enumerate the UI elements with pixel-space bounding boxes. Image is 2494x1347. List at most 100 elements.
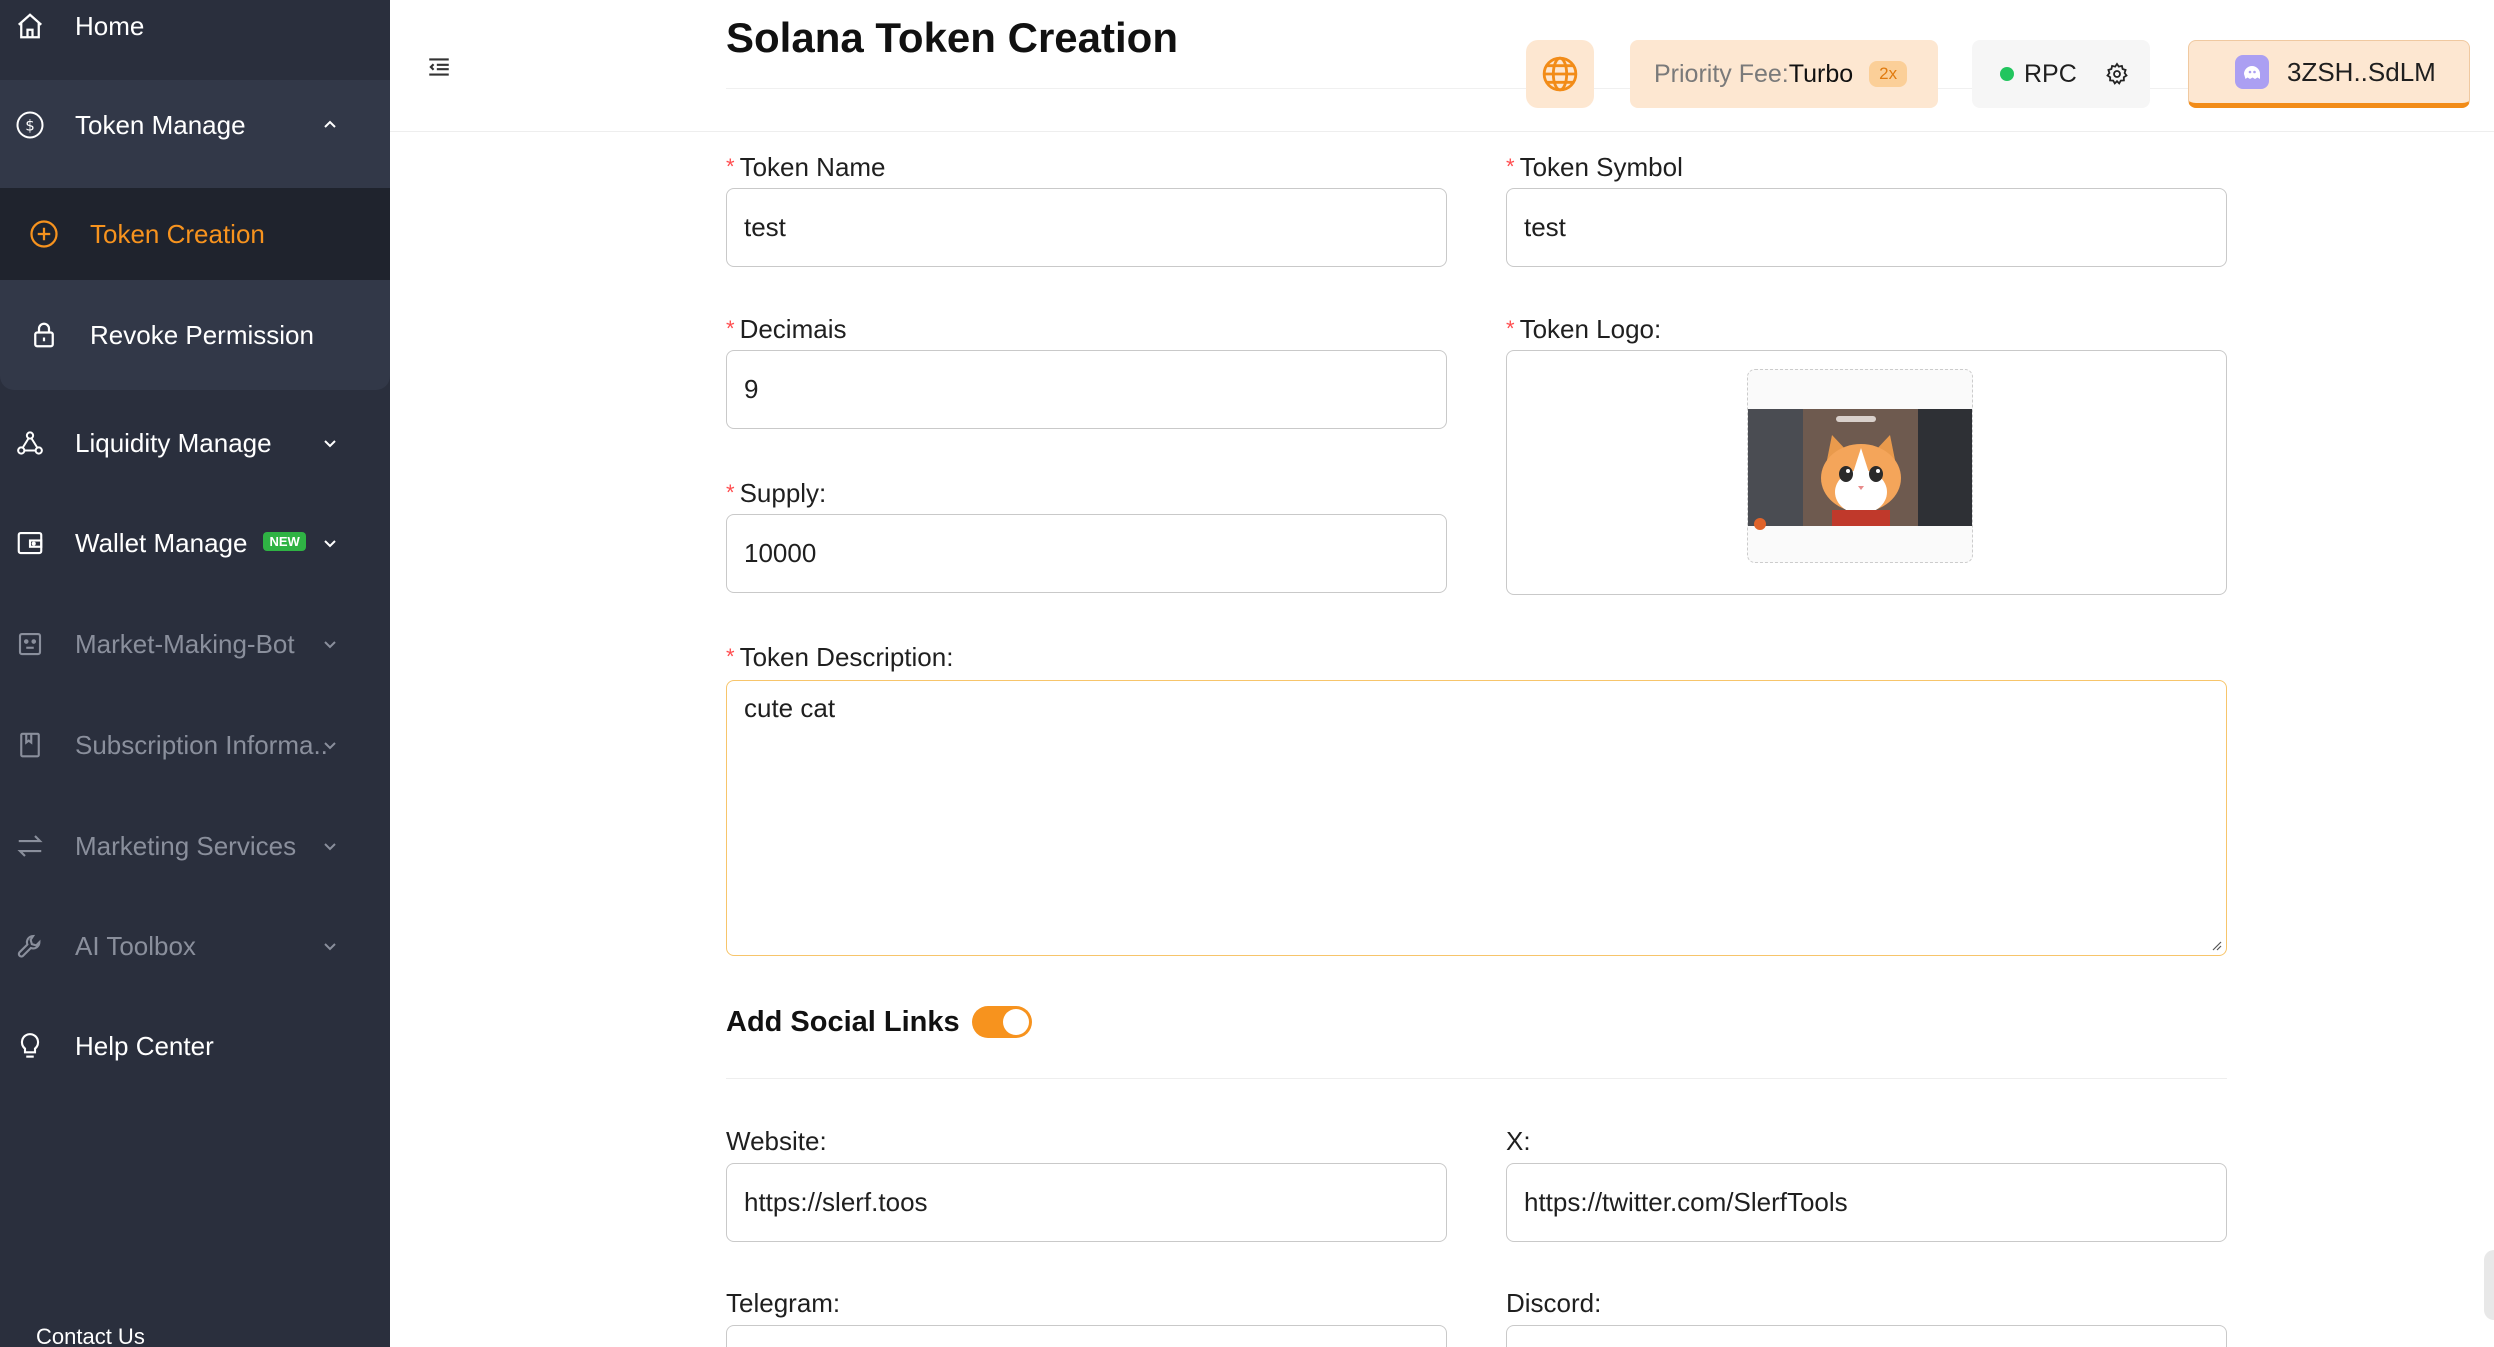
language-button[interactable] bbox=[1526, 40, 1594, 108]
required-mark: * bbox=[726, 154, 735, 179]
lightbulb-icon bbox=[14, 1030, 46, 1062]
network-nodes-icon bbox=[14, 427, 46, 459]
priority-fee-value: Turbo bbox=[1788, 59, 1854, 88]
robot-icon bbox=[14, 628, 46, 660]
sidebar-item-label: Help Center bbox=[75, 1030, 214, 1061]
sidebar-item-ai-toolbox[interactable]: AI Toolbox bbox=[0, 906, 390, 986]
supply-label: * Supply: bbox=[726, 478, 826, 509]
rpc-status-dot bbox=[2000, 67, 2014, 81]
required-mark: * bbox=[1506, 154, 1515, 179]
supply-input[interactable]: 10000 bbox=[726, 514, 1447, 593]
telegram-input[interactable] bbox=[726, 1325, 1447, 1347]
rpc-button[interactable]: RPC bbox=[1972, 40, 2150, 108]
priority-fee-label: Priority Fee: bbox=[1654, 59, 1789, 88]
sidebar-item-label: Wallet Manage NEW bbox=[75, 528, 306, 559]
description-text: cute cat bbox=[744, 693, 836, 723]
token-name-label-text: Token Name bbox=[739, 152, 886, 182]
priority-multiplier-badge: 2x bbox=[1869, 61, 1908, 87]
token-symbol-label-text: Token Symbol bbox=[1519, 152, 1683, 182]
sidebar-item-token-creation[interactable]: Token Creation bbox=[0, 188, 390, 280]
scrollbar[interactable] bbox=[2484, 1250, 2494, 1320]
page-title: Solana Token Creation bbox=[726, 14, 1178, 61]
chevron-down-icon bbox=[324, 641, 336, 649]
logo-upload-area[interactable] bbox=[1747, 369, 1973, 563]
description-label: * Token Description: bbox=[726, 642, 953, 673]
sidebar-item-label: Token Manage bbox=[75, 109, 246, 140]
top-header bbox=[390, 0, 2494, 132]
required-mark: * bbox=[726, 644, 735, 669]
ghost-icon bbox=[2244, 66, 2260, 79]
sidebar: Home $ Token Manage Token Creation Revok… bbox=[0, 0, 390, 1347]
globe-icon bbox=[1542, 56, 1578, 92]
home-icon bbox=[14, 10, 46, 42]
sidebar-item-liquidity-manage[interactable]: Liquidity Manage bbox=[0, 403, 390, 483]
sidebar-item-revoke-permission[interactable]: Revoke Permission bbox=[0, 289, 390, 381]
wallet-address: 3ZSH..SdLM bbox=[2287, 56, 2436, 87]
svg-text:$: $ bbox=[25, 117, 35, 135]
social-links-title: Add Social Links bbox=[726, 1006, 960, 1038]
website-input[interactable]: https://slerf.toos bbox=[726, 1163, 1447, 1242]
discord-input[interactable] bbox=[1506, 1325, 2227, 1347]
token-symbol-input[interactable]: test bbox=[1506, 188, 2227, 267]
resize-handle-icon[interactable] bbox=[2210, 939, 2222, 951]
menu-fold-icon[interactable] bbox=[426, 54, 452, 80]
chevron-down-icon bbox=[324, 943, 336, 951]
sidebar-item-wallet-manage[interactable]: Wallet Manage NEW bbox=[0, 503, 390, 583]
sidebar-item-label: Token Creation bbox=[90, 218, 265, 249]
token-logo-label-text: Token Logo: bbox=[1519, 314, 1662, 344]
token-logo-image bbox=[1748, 409, 1972, 530]
description-textarea[interactable]: cute cat bbox=[726, 680, 2227, 956]
new-badge: NEW bbox=[263, 532, 306, 552]
gear-icon[interactable] bbox=[2105, 62, 2129, 86]
decimals-input[interactable]: 9 bbox=[726, 350, 1447, 429]
sidebar-item-label: Liquidity Manage bbox=[75, 427, 272, 458]
description-label-text: Token Description: bbox=[739, 642, 954, 672]
website-label: Website: bbox=[726, 1126, 827, 1156]
decimals-label-text: Decimais bbox=[739, 314, 847, 344]
chevron-up-icon bbox=[324, 120, 336, 128]
chevron-down-icon bbox=[324, 440, 336, 448]
required-mark: * bbox=[1506, 316, 1515, 341]
sidebar-item-label: Revoke Permission bbox=[90, 319, 314, 350]
bookmark-icon bbox=[14, 729, 46, 761]
token-logo-label: * Token Logo: bbox=[1506, 314, 1661, 345]
section-divider bbox=[726, 1078, 2227, 1079]
dollar-circle-icon: $ bbox=[14, 109, 46, 141]
chevron-down-icon bbox=[324, 742, 336, 750]
sidebar-item-help-center[interactable]: Help Center bbox=[0, 1006, 390, 1086]
chevron-down-icon bbox=[324, 540, 336, 548]
social-links-toggle[interactable] bbox=[972, 1006, 1032, 1038]
lock-icon bbox=[28, 319, 60, 351]
sidebar-item-subscription[interactable]: Subscription Informa.. bbox=[0, 705, 390, 785]
discord-label: Discord: bbox=[1506, 1288, 1602, 1318]
x-input[interactable]: https://twitter.com/SlerfTools bbox=[1506, 1163, 2227, 1242]
token-name-input[interactable]: test bbox=[726, 188, 1447, 267]
wallet-icon bbox=[14, 527, 46, 559]
phantom-wallet-icon bbox=[2235, 55, 2269, 89]
required-mark: * bbox=[726, 316, 735, 341]
swap-arrows-icon bbox=[14, 830, 46, 862]
priority-fee-button[interactable]: Priority Fee: Turbo 2x bbox=[1630, 40, 1938, 108]
contact-us-link[interactable]: Contact Us bbox=[36, 1324, 145, 1347]
sidebar-item-label: Subscription Informa.. bbox=[75, 729, 328, 760]
sidebar-item-label: Market-Making-Bot bbox=[75, 628, 295, 659]
sidebar-item-label: Home bbox=[75, 10, 145, 41]
plus-circle-icon bbox=[28, 218, 60, 250]
sidebar-item-token-manage[interactable]: $ Token Manage bbox=[0, 85, 390, 165]
sidebar-item-label: AI Toolbox bbox=[75, 930, 196, 961]
x-label: X: bbox=[1506, 1126, 1531, 1156]
supply-label-text: Supply: bbox=[739, 478, 827, 508]
sidebar-item-market-making-bot[interactable]: Market-Making-Bot bbox=[0, 604, 390, 684]
wrench-icon bbox=[14, 930, 46, 962]
wallet-connect-button[interactable]: 3ZSH..SdLM bbox=[2188, 40, 2470, 108]
chevron-down-icon bbox=[324, 843, 336, 851]
token-name-label: * Token Name bbox=[726, 152, 886, 183]
sidebar-item-marketing-services[interactable]: Marketing Services bbox=[0, 806, 390, 886]
sidebar-item-label: Marketing Services bbox=[75, 830, 297, 861]
decimals-label: * Decimais bbox=[726, 314, 846, 345]
token-symbol-label: * Token Symbol bbox=[1506, 152, 1683, 183]
rpc-label: RPC bbox=[2024, 59, 2077, 88]
wallet-manage-text: Wallet Manage bbox=[75, 527, 248, 558]
sidebar-item-home[interactable]: Home bbox=[0, 0, 390, 66]
required-mark: * bbox=[726, 480, 735, 505]
